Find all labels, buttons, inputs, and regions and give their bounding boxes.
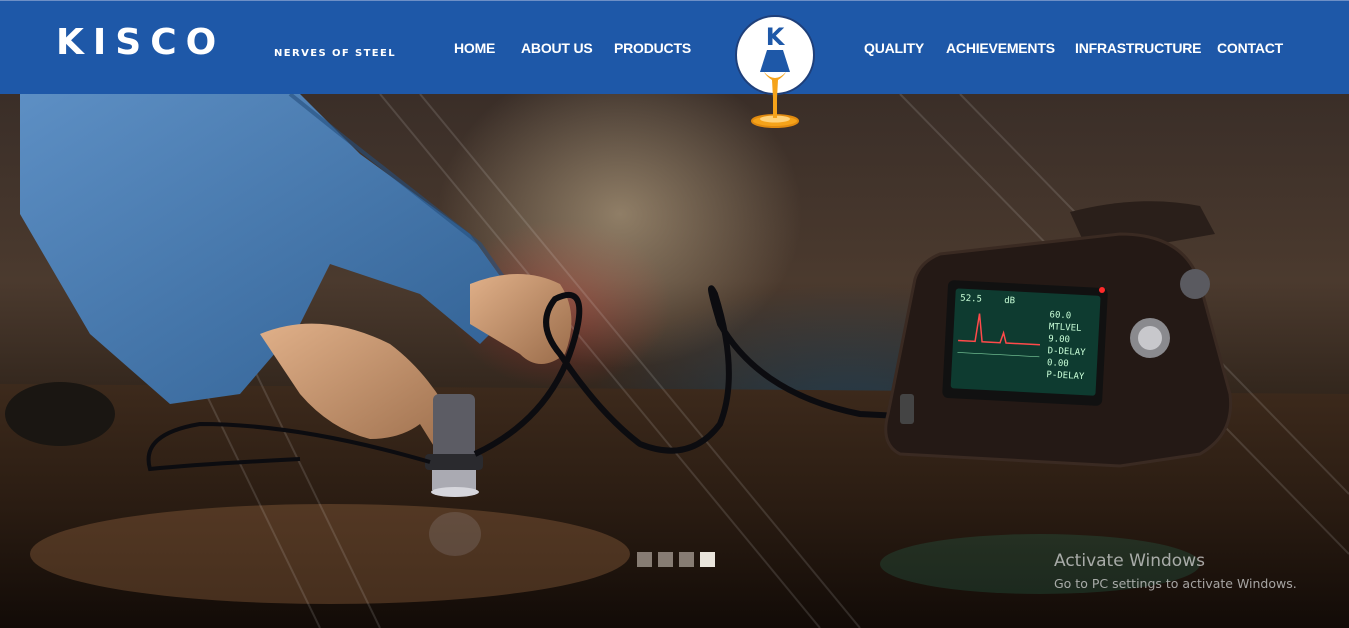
- device-reading-4: D-DELAY: [1047, 346, 1086, 358]
- ladle-pour-icon: K: [735, 15, 815, 128]
- nav-achievements[interactable]: ACHIEVEMENTS: [946, 40, 1055, 56]
- flaw-detector-device: 52.5 dB 60.0 MTLVEL 9.00 D-DELAY 0.00 P-…: [884, 201, 1233, 468]
- nav-home[interactable]: HOME: [454, 40, 495, 56]
- nav-products[interactable]: PRODUCTS: [614, 40, 691, 56]
- watermark-subtitle: Go to PC settings to activate Windows.: [1054, 576, 1297, 591]
- device-reading-5: 0.00: [1047, 358, 1069, 369]
- hero-image: 52.5 dB 60.0 MTLVEL 9.00 D-DELAY 0.00 P-…: [0, 94, 1349, 628]
- windows-activation-watermark: Activate Windows Go to PC settings to ac…: [1054, 551, 1297, 591]
- logo-letter: K: [766, 23, 786, 51]
- kisco-emblem-logo[interactable]: K: [734, 14, 816, 132]
- nav-infrastructure[interactable]: INFRASTRUCTURE: [1075, 40, 1202, 56]
- device-reading-gain: 52.5: [960, 294, 982, 305]
- top-navbar: KISCO NERVES OF STEEL HOME ABOUT US PROD…: [0, 0, 1349, 94]
- slide-dot-3[interactable]: [679, 552, 694, 567]
- brand-logo-text[interactable]: KISCO: [56, 23, 225, 63]
- nav-about-us[interactable]: ABOUT US: [521, 40, 593, 56]
- slide-dot-4-active[interactable]: [700, 552, 715, 567]
- device-reading-6: P-DELAY: [1046, 370, 1085, 382]
- slide-dot-2[interactable]: [658, 552, 673, 567]
- device-reading-1: 60.0: [1049, 310, 1071, 321]
- brand-tagline: NERVES OF STEEL: [274, 48, 397, 59]
- device-reading-2: MTLVEL: [1049, 322, 1082, 334]
- hero-slider: 52.5 dB 60.0 MTLVEL 9.00 D-DELAY 0.00 P-…: [0, 94, 1349, 628]
- device-reading-unit: dB: [1004, 296, 1015, 307]
- nav-quality[interactable]: QUALITY: [864, 40, 924, 56]
- nav-contact[interactable]: CONTACT: [1217, 40, 1283, 56]
- device-reading-3: 9.00: [1048, 334, 1070, 345]
- slide-dot-1[interactable]: [637, 552, 652, 567]
- watermark-title: Activate Windows: [1054, 551, 1205, 571]
- slider-pagination: [637, 552, 715, 567]
